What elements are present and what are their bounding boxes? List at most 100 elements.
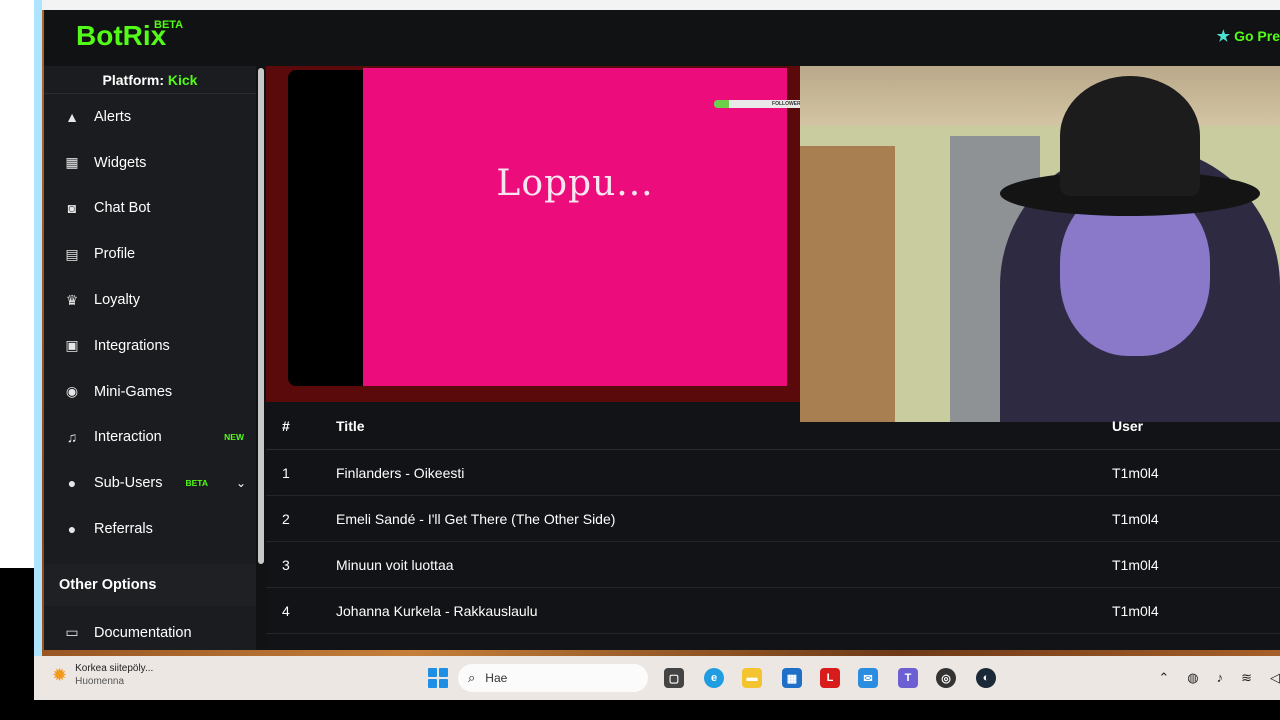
screen-bottom-border bbox=[0, 700, 1280, 720]
browser-top-bar bbox=[42, 0, 1280, 10]
network-icon[interactable]: ◍ bbox=[1187, 670, 1198, 686]
beta-badge: BETA bbox=[185, 478, 208, 489]
microphone-icon[interactable]: ♪ bbox=[1217, 670, 1224, 686]
outlook-icon[interactable]: ✉ bbox=[858, 668, 878, 688]
sidebar-item-interaction[interactable]: ♫ Interaction NEW bbox=[44, 415, 256, 461]
row-number: 1 bbox=[282, 464, 290, 481]
table-row[interactable]: 2 Emeli Sandé - I'll Get There (The Othe… bbox=[266, 496, 1280, 542]
row-user: T1m0l4 bbox=[1112, 556, 1159, 573]
sidebar-item-label: Sub-Users bbox=[94, 475, 163, 492]
row-title: Minuun voit luottaa bbox=[336, 556, 454, 573]
search-icon: ⌕ bbox=[468, 670, 476, 685]
task-view-icon[interactable]: ▢ bbox=[664, 668, 684, 688]
sidebar-item-sub-users[interactable]: ● Sub-Users BETA ⌄ bbox=[44, 460, 256, 506]
row-user: T1m0l4 bbox=[1112, 510, 1159, 527]
platform-label: Platform: bbox=[102, 72, 164, 88]
sidebar-item-label: Interaction bbox=[94, 429, 162, 446]
logo-beta-badge: BETA bbox=[154, 19, 184, 31]
app-header: BotRix BETA ★ Go Pre bbox=[44, 10, 1280, 66]
start-button[interactable] bbox=[428, 668, 448, 688]
row-title: Johanna Kurkela - Rakkauslaulu bbox=[336, 602, 538, 619]
grid-icon: ▦ bbox=[65, 154, 79, 171]
weather-widget[interactable]: ✹ Korkea siitepöly... Huomenna bbox=[52, 662, 153, 688]
weather-subtitle: Huomenna bbox=[75, 676, 125, 687]
taskbar-search[interactable]: ⌕ Hae bbox=[458, 664, 648, 692]
sidebar-item-label: Documentation bbox=[94, 624, 192, 641]
column-title: Title bbox=[336, 417, 365, 434]
column-user: User bbox=[1112, 417, 1144, 434]
plug-icon: ▣ bbox=[65, 337, 79, 354]
botrix-logo[interactable]: BotRix bbox=[76, 20, 166, 52]
music-icon: ♫ bbox=[66, 429, 78, 446]
store-icon[interactable]: ▦ bbox=[782, 668, 802, 688]
sidebar-item-label: Profile bbox=[94, 246, 136, 263]
video-player[interactable]: Loppu... FOLLOWERS bbox=[266, 66, 862, 402]
pollen-icon: ✹ bbox=[52, 664, 68, 685]
window-edge bbox=[34, 0, 42, 656]
sidebar-item-widgets[interactable]: ▦ Widgets bbox=[44, 140, 256, 186]
botrix-app: BotRix BETA ★ Go Pre Platform: Kick ▲ Al… bbox=[44, 10, 1280, 650]
gamepad-icon: ◉ bbox=[65, 383, 79, 400]
platform-indicator: Platform: Kick bbox=[44, 66, 256, 94]
sidebar-item-label: Loyalty bbox=[94, 292, 140, 309]
star-icon: ★ bbox=[1216, 28, 1231, 45]
table-row[interactable]: 4 Johanna Kurkela - Rakkauslaulu T1m0l4 bbox=[266, 588, 1280, 634]
sidebar-item-label: Mini-Games bbox=[94, 383, 173, 400]
row-number: 3 bbox=[282, 556, 290, 573]
steam-icon[interactable]: ◐ bbox=[976, 668, 996, 688]
sidebar-scrollbar[interactable] bbox=[258, 68, 264, 564]
sidebar-item-loyalty[interactable]: ♛ Loyalty bbox=[44, 277, 256, 323]
video-letterbox bbox=[288, 70, 368, 386]
video-frame: Loppu... bbox=[363, 68, 787, 386]
sidebar-item-label: Chat Bot bbox=[94, 200, 151, 217]
row-user: T1m0l4 bbox=[1112, 602, 1159, 619]
warning-icon: ▲ bbox=[65, 108, 79, 125]
id-card-icon: ▤ bbox=[65, 245, 79, 262]
row-number: 4 bbox=[282, 602, 290, 619]
file-explorer-icon[interactable]: ▬ bbox=[742, 668, 762, 688]
weather-title: Korkea siitepöly... bbox=[75, 663, 154, 674]
teams-icon[interactable]: T bbox=[898, 668, 918, 688]
new-badge: NEW bbox=[224, 432, 244, 443]
chevron-up-icon[interactable]: ⌃ bbox=[1158, 670, 1169, 686]
row-user: T1m0l4 bbox=[1112, 464, 1159, 481]
sidebar-item-integrations[interactable]: ▣ Integrations bbox=[44, 323, 256, 369]
platform-value: Kick bbox=[167, 72, 198, 88]
sidebar-item-mini-games[interactable]: ◉ Mini-Games bbox=[44, 369, 256, 415]
sidebar: Platform: Kick ▲ Alerts ▦ Widgets ◙ Chat… bbox=[44, 66, 256, 650]
user-group-icon: ● bbox=[67, 521, 77, 538]
table-row[interactable]: 3 Minuun voit luottaa T1m0l4 bbox=[266, 542, 1280, 588]
system-tray: ⌃ ◍ ♪ ≋ ◁ bbox=[1158, 670, 1280, 686]
other-options-heading: Other Options bbox=[44, 564, 256, 606]
users-icon: ● bbox=[67, 475, 77, 492]
robot-icon: ◙ bbox=[67, 200, 77, 217]
song-queue-table: # Title User 1 Finlanders - Oikeesti T1m… bbox=[266, 402, 1280, 634]
sidebar-item-chat-bot[interactable]: ◙ Chat Bot bbox=[44, 186, 256, 232]
hat-crown bbox=[1060, 76, 1200, 196]
sidebar-item-label: Widgets bbox=[94, 154, 147, 171]
webcam-overlay bbox=[800, 66, 1280, 422]
sidebar-item-documentation[interactable]: ▭ Documentation bbox=[44, 610, 256, 656]
app-l-icon[interactable]: L bbox=[820, 668, 840, 688]
sidebar-item-label: Referrals bbox=[94, 521, 153, 538]
obs-icon[interactable]: ◎ bbox=[936, 668, 956, 688]
sidebar-item-alerts[interactable]: ▲ Alerts bbox=[44, 94, 256, 140]
webcam-hat bbox=[1000, 76, 1260, 216]
chevron-down-icon[interactable]: ⌄ bbox=[236, 476, 246, 490]
webcam-shelf bbox=[800, 146, 895, 422]
main-content: Loppu... FOLLOWERS # Title User 1 Finlan… bbox=[266, 66, 1280, 650]
volume-icon[interactable]: ◁ bbox=[1270, 670, 1280, 686]
table-header: # Title User bbox=[266, 402, 1280, 450]
video-text: Loppu... bbox=[496, 162, 654, 204]
row-number: 2 bbox=[282, 510, 290, 527]
sidebar-item-profile[interactable]: ▤ Profile bbox=[44, 231, 256, 277]
sidebar-item-referrals[interactable]: ● Referrals bbox=[44, 506, 256, 552]
edge-browser-icon[interactable]: e bbox=[704, 668, 724, 688]
column-number: # bbox=[282, 417, 290, 434]
table-row[interactable]: 1 Finlanders - Oikeesti T1m0l4 bbox=[266, 450, 1280, 496]
search-placeholder: Hae bbox=[485, 671, 508, 685]
windows-taskbar: ✹ Korkea siitepöly... Huomenna ⌕ Hae ▢ e… bbox=[34, 656, 1280, 700]
row-title: Finlanders - Oikeesti bbox=[336, 464, 465, 481]
wifi-icon[interactable]: ≋ bbox=[1241, 670, 1252, 686]
go-premium-button[interactable]: ★ Go Pre bbox=[1217, 27, 1280, 45]
